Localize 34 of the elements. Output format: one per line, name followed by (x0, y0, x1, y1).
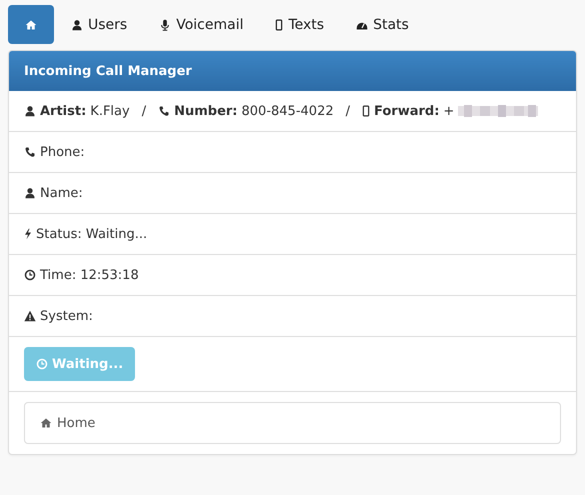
summary-value: 800-845-4022 (242, 104, 334, 118)
home-icon (40, 417, 52, 429)
clock-icon (24, 269, 36, 281)
microphone-icon (159, 18, 172, 30)
info-text: Time: 12:53:18 (40, 268, 139, 282)
breadcrumb-link[interactable]: Home (57, 416, 96, 430)
summary-value: + (443, 104, 454, 118)
nav-tab[interactable]: Stats (341, 5, 424, 44)
nav-tab[interactable]: Voicemail (144, 5, 258, 44)
info-text: Phone: (40, 144, 85, 160)
summary-label: Number: (174, 104, 238, 118)
nav-tab[interactable]: Users (56, 5, 142, 44)
phone-icon (158, 105, 170, 117)
lightning-bolt-icon (24, 228, 32, 240)
nav-tab[interactable] (8, 5, 54, 44)
user-icon (71, 18, 83, 30)
warning-icon (24, 310, 36, 322)
panel-title: Incoming Call Manager (24, 64, 192, 78)
separator-text: / (142, 104, 146, 118)
user-icon (24, 187, 36, 199)
user-icon (24, 105, 36, 117)
info-text: System: (40, 308, 93, 324)
mobile-phone-icon (362, 105, 370, 117)
home-icon (25, 18, 37, 30)
info-text: Name: (40, 186, 83, 200)
separator-text: / (346, 104, 350, 118)
phone-icon (24, 146, 36, 158)
summary-value: K.Flay (90, 104, 130, 118)
nav-tab[interactable]: Texts (260, 5, 340, 44)
summary-label: Forward: (374, 104, 440, 118)
summary-label: Artist: (40, 104, 86, 118)
clock-icon (36, 358, 48, 370)
mobile-phone-icon (275, 18, 284, 30)
info-text: Status: Waiting... (36, 226, 148, 242)
